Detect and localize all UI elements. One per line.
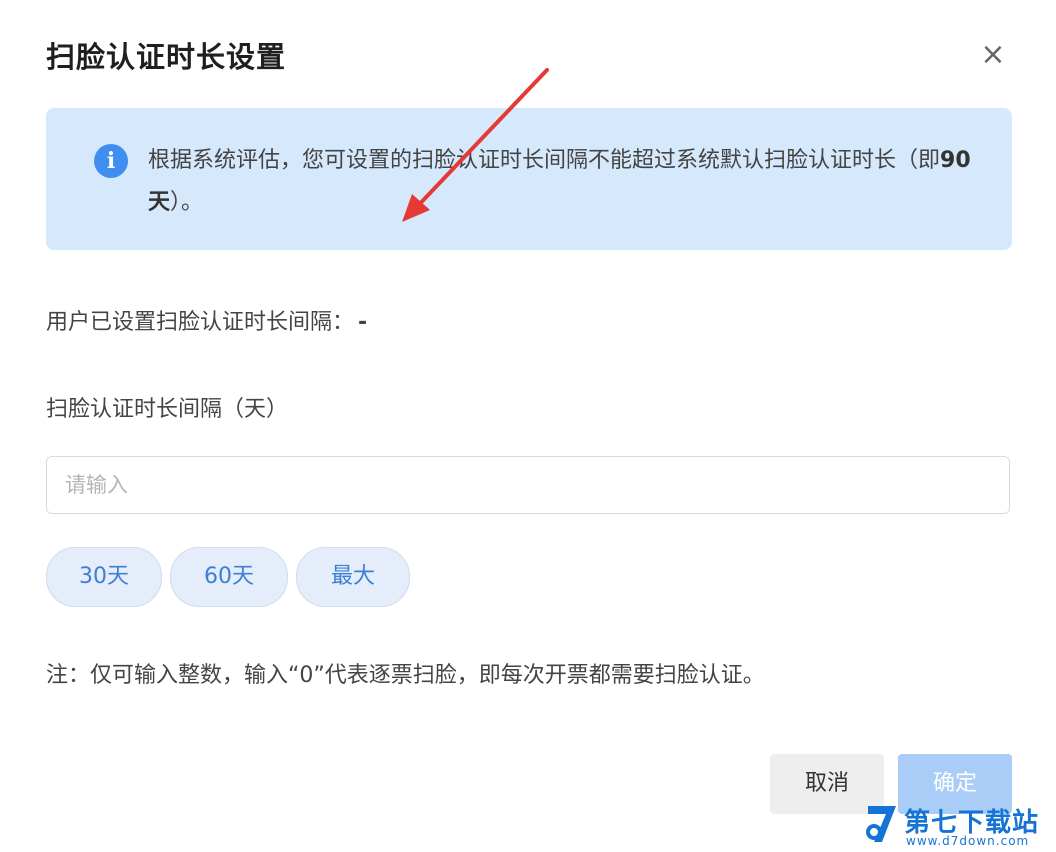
info-message: 根据系统评估，您可设置的扫脸认证时长间隔不能超过系统默认扫脸认证时长（即90天）… [148,140,984,224]
preset-30-days-button[interactable]: 30天 [46,547,162,607]
interval-input[interactable] [46,456,1010,514]
user-set-interval-value: - [358,310,368,335]
info-message-prefix: 根据系统评估，您可设置的扫脸认证时长间隔不能超过系统默认扫脸认证时长（即 [148,148,941,173]
dialog-title: 扫脸认证时长设置 [46,40,287,74]
input-note: 注：仅可输入整数，输入“0”代表逐票扫脸，即每次开票都需要扫脸认证。 [46,663,765,688]
preset-60-days-button[interactable]: 60天 [170,547,288,607]
preset-max-button[interactable]: 最大 [296,547,410,607]
info-icon: i [94,144,128,178]
site-watermark: 第七下载站 www.d7down.com [858,800,1054,852]
close-icon[interactable]: × [978,40,1008,70]
watermark-url: www.d7down.com [906,834,1030,848]
user-set-interval-label: 用户已设置扫脸认证时长间隔： [46,310,355,335]
interval-field-label: 扫脸认证时长间隔（天） [46,397,289,422]
info-alert: i 根据系统评估，您可设置的扫脸认证时长间隔不能超过系统默认扫脸认证时长（即90… [46,108,1012,250]
info-message-suffix: ）。 [170,190,204,215]
watermark-logo-icon [866,806,896,842]
user-set-interval: 用户已设置扫脸认证时长间隔： - [46,304,367,336]
face-auth-duration-dialog: 扫脸认证时长设置 × i 根据系统评估，您可设置的扫脸认证时长间隔不能超过系统默… [0,0,1056,852]
